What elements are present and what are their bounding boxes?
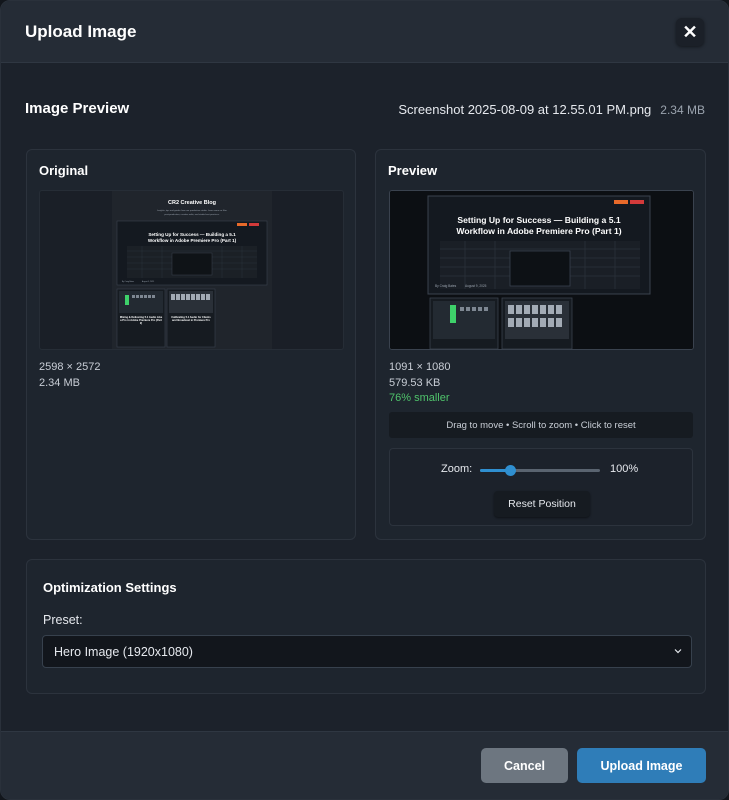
preview-size: 579.53 KB: [389, 376, 441, 389]
original-meta: 2598 × 2572 2.34 MB: [39, 360, 100, 391]
preview-thumb-title-2: Workflow in Adobe Premiere Pro (Part 1): [456, 226, 621, 236]
modal-footer: Cancel Upload Image: [1, 731, 728, 799]
preview-thumbnail: Setting Up for Success — Building a 5.1 …: [390, 191, 693, 349]
preview-thumb-byline: By Craig Bates: [435, 284, 457, 288]
thumb-hero-byline: By Craig Bates: [122, 280, 134, 283]
preset-label: Preset:: [43, 613, 83, 627]
zoom-value: 100%: [610, 463, 639, 475]
original-thumbnail: CR2 Creative Blog Insights, tips and gui…: [111, 191, 272, 349]
thumb-blog-name: CR2 Creative Blog: [168, 200, 216, 206]
image-preview-heading: Image Preview: [25, 100, 130, 117]
file-size: 2.34 MB: [660, 103, 705, 117]
zoom-slider-thumb[interactable]: [505, 465, 516, 476]
modal-header: Upload Image ✕: [1, 1, 728, 63]
thumb-hero-title-1: Setting Up for Success — Building a 5.1: [148, 232, 236, 237]
preview-thumb-date: August 9, 2025: [465, 284, 487, 288]
file-name: Screenshot 2025-08-09 at 12.55.01 PM.png: [398, 102, 652, 117]
preview-dimensions: 1091 × 1080: [389, 361, 451, 373]
preview-panel: Preview Setting Up for Success — Buildin…: [375, 149, 706, 540]
optimization-settings: Optimization Settings Preset: Hero Image…: [26, 559, 706, 694]
settings-title: Optimization Settings: [43, 580, 177, 595]
preview-thumb-title-1: Setting Up for Success — Building a 5.1: [457, 215, 621, 225]
upload-image-modal: Upload Image ✕ Image Preview Screenshot …: [0, 0, 729, 800]
preview-hint: Drag to move • Scroll to zoom • Click to…: [389, 412, 693, 438]
thumb-tagline-1: Insights, tips and guides from our produ…: [157, 209, 227, 212]
preview-label: Preview: [388, 163, 438, 178]
thumb-hero-date: August 9, 2025: [142, 280, 154, 283]
thumb-hero-title-2: Workflow in Adobe Premiere Pro (Part 1): [147, 238, 236, 243]
close-button[interactable]: ✕: [676, 18, 704, 46]
thumb-card1-title: Mixing & Delivering 5.1 Audio Like a Pro…: [119, 316, 162, 326]
thumb-card2-title: Calibrating 5.1 Audio for Clients and Br…: [170, 316, 211, 323]
preview-savings: 76% smaller: [389, 392, 450, 404]
upload-image-button[interactable]: Upload Image: [577, 748, 706, 783]
reset-position-button[interactable]: Reset Position: [494, 491, 590, 517]
cancel-button[interactable]: Cancel: [481, 748, 568, 783]
original-image-frame: CR2 Creative Blog Insights, tips and gui…: [39, 190, 344, 350]
preset-select[interactable]: Hero Image (1920x1080): [42, 635, 692, 668]
preview-image-frame[interactable]: Setting Up for Success — Building a 5.1 …: [389, 190, 694, 350]
modal-title: Upload Image: [25, 22, 137, 41]
zoom-slider[interactable]: [480, 465, 600, 476]
close-icon: ✕: [682, 21, 698, 42]
original-size: 2.34 MB: [39, 376, 80, 389]
preview-meta: 1091 × 1080 579.53 KB 76% smaller: [389, 360, 450, 407]
file-info: Screenshot 2025-08-09 at 12.55.01 PM.png…: [398, 102, 705, 117]
preset-selected-value: Hero Image (1920x1080): [54, 644, 193, 659]
chevron-down-icon: [674, 649, 682, 654]
zoom-controls: Zoom: 100% Reset Position: [389, 448, 693, 526]
original-dimensions: 2598 × 2572: [39, 361, 101, 373]
thumb-tagline-2: post-production, creative edits, and stu…: [164, 213, 220, 216]
zoom-label: Zoom:: [441, 463, 473, 475]
original-label: Original: [39, 163, 89, 178]
original-panel: Original CR2 Creative Blog Insights, tip…: [26, 149, 356, 540]
